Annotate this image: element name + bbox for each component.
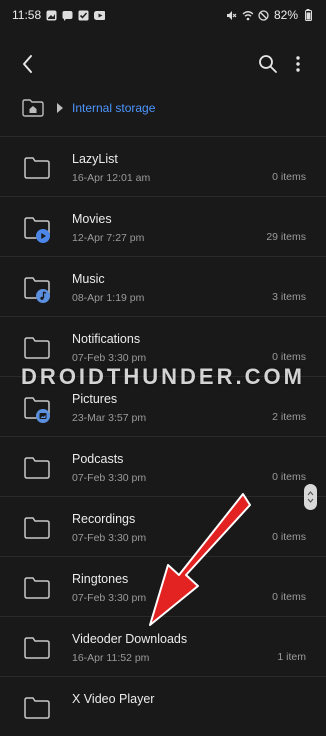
more-options-button[interactable] <box>288 52 308 76</box>
wifi-icon <box>242 10 253 21</box>
folder-date: 07-Feb 3:30 pm <box>72 352 147 364</box>
dnd-icon <box>258 9 269 21</box>
folder-name: Videoder Downloads <box>72 632 188 646</box>
folder-icon <box>24 637 50 659</box>
list-item[interactable]: Movies 12-Apr 7:27 pm 29 items <box>0 196 326 256</box>
folder-count: 3 items <box>272 291 306 303</box>
list-item[interactable]: Ringtones 07-Feb 3:30 pm 0 items <box>0 556 326 616</box>
watermark: DROIDTHUNDER.COM <box>21 364 305 389</box>
list-item[interactable]: LazyList 16-Apr 12:01 am 0 items <box>0 136 326 196</box>
gallery-icon <box>46 10 57 21</box>
folder-name: Recordings <box>72 512 136 526</box>
folder-count: 0 items <box>272 591 306 603</box>
folder-icon <box>24 337 50 359</box>
folder-date: 07-Feb 3:30 pm <box>72 532 147 544</box>
music-badge-icon <box>36 289 50 303</box>
list-item[interactable]: X Video Player <box>0 676 326 736</box>
scroll-arrows-icon <box>307 491 314 503</box>
folder-date: 07-Feb 3:30 pm <box>72 472 147 484</box>
folder-icon <box>24 457 50 479</box>
list-item[interactable]: Videoder Downloads 16-Apr 11:52 pm 1 ite… <box>0 616 326 676</box>
folder-icon <box>24 157 50 179</box>
folder-count: 2 items <box>272 411 306 423</box>
folder-name: LazyList <box>72 152 118 166</box>
list-item[interactable]: Music 08-Apr 1:19 pm 3 items <box>0 256 326 316</box>
status-bar: 11:58 82% <box>0 0 326 30</box>
breadcrumb-internal-storage[interactable]: Internal storage <box>72 101 155 115</box>
folder-name: X Video Player <box>72 692 155 706</box>
folder-list: LazyList 16-Apr 12:01 am 0 items Movies … <box>0 136 326 736</box>
breadcrumb-separator-icon <box>56 103 64 113</box>
mute-icon <box>226 10 237 21</box>
battery-level: 82% <box>273 8 298 22</box>
folder-name: Movies <box>72 212 112 226</box>
breadcrumb: Internal storage <box>22 96 155 120</box>
folder-count: 0 items <box>272 531 306 543</box>
check-icon <box>78 10 89 21</box>
status-time: 11:58 <box>12 8 42 22</box>
list-item[interactable]: Recordings 07-Feb 3:30 pm 0 items <box>0 496 326 556</box>
folder-count: 29 items <box>266 231 306 243</box>
folder-date: 07-Feb 3:30 pm <box>72 592 147 604</box>
folder-icon <box>24 577 50 599</box>
folder-name: Pictures <box>72 392 118 406</box>
back-button[interactable] <box>16 52 40 76</box>
folder-count: 1 item <box>277 651 306 663</box>
back-chevron-icon <box>23 55 32 73</box>
folder-date: 16-Apr 11:52 pm <box>72 652 150 664</box>
image-badge-icon <box>36 409 50 423</box>
home-button[interactable] <box>22 98 44 118</box>
more-vertical-icon <box>296 56 300 72</box>
folder-name: Notifications <box>72 332 141 346</box>
folder-name: Music <box>72 272 105 286</box>
search-icon <box>259 55 277 73</box>
folder-date: 08-Apr 1:19 pm <box>72 292 145 304</box>
battery-icon <box>303 9 314 21</box>
fast-scroll-handle[interactable] <box>304 484 317 510</box>
folder-date: 23-Mar 3:57 pm <box>72 412 147 424</box>
status-right: 82% <box>226 8 314 22</box>
folder-icon <box>24 517 50 539</box>
youtube-icon <box>94 10 106 21</box>
message-icon <box>62 10 73 21</box>
app-bar <box>0 44 326 84</box>
status-left: 11:58 <box>12 8 106 22</box>
folder-name: Ringtones <box>72 572 129 586</box>
search-button[interactable] <box>256 52 280 76</box>
folder-date: 16-Apr 12:01 am <box>72 172 151 184</box>
folder-count: 0 items <box>272 471 306 483</box>
folder-count: 0 items <box>272 171 306 183</box>
folder-date: 12-Apr 7:27 pm <box>72 232 145 244</box>
folder-name: Podcasts <box>72 452 124 466</box>
list-item[interactable]: Podcasts 07-Feb 3:30 pm 0 items <box>0 436 326 496</box>
play-badge-icon <box>36 229 50 243</box>
home-icon <box>22 99 44 117</box>
folder-count: 0 items <box>272 351 306 363</box>
